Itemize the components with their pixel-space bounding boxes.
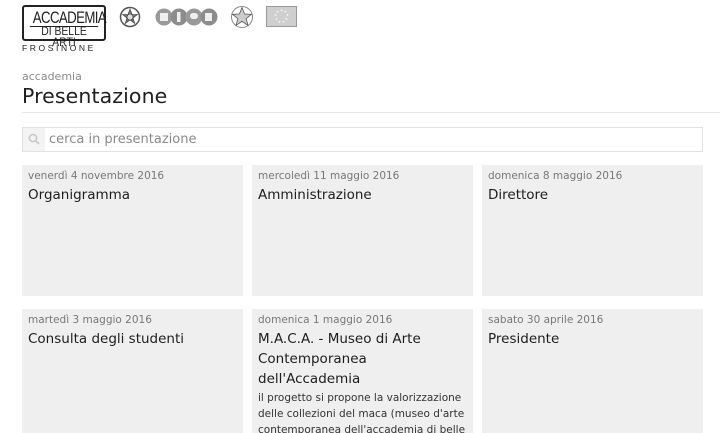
miur-logo[interactable] (155, 7, 219, 27)
card-title: Organigramma (28, 187, 131, 203)
italian-republic-emblem-icon[interactable] (119, 5, 141, 29)
card-title: M.A.C.A. - Museo di Arte Contemporanea d… (258, 331, 421, 387)
title-divider (22, 112, 720, 113)
logo-line2: DI BELLE ARTI (29, 26, 99, 49)
page-title: Presentazione (22, 84, 168, 108)
eu-flag-icon[interactable] (266, 6, 297, 27)
card-title: Amministrazione (258, 187, 372, 203)
search-input[interactable] (45, 128, 702, 151)
header-logos: ACCADEMIA DI BELLE ARTI FROSINONE (22, 5, 312, 55)
academy-logo-link[interactable]: ACCADEMIA DI BELLE ARTI FROSINONE (22, 5, 108, 53)
card-amministrazione[interactable]: mercoledì 11 maggio 2016 Amministrazione (252, 165, 473, 296)
search-box (22, 127, 703, 152)
search-icon[interactable] (23, 128, 45, 151)
card-organigramma[interactable]: venerdì 4 novembre 2016 Organigramma (22, 165, 243, 296)
card-presidente[interactable]: sabato 30 aprile 2016 Presidente (482, 309, 703, 433)
card-direttore[interactable]: domenica 8 maggio 2016 Direttore (482, 165, 703, 296)
card-title: Consulta degli studenti (28, 331, 185, 347)
card-date: sabato 30 aprile 2016 (488, 314, 604, 326)
card-consulta-studenti[interactable]: martedì 3 maggio 2016 Consulta degli stu… (22, 309, 243, 433)
card-date: martedì 3 maggio 2016 (28, 314, 152, 326)
card-title: Direttore (488, 187, 549, 203)
logo-city: FROSINONE (22, 43, 96, 53)
card-date: domenica 8 maggio 2016 (488, 170, 623, 182)
card-title: Presidente (488, 331, 560, 347)
card-date: domenica 1 maggio 2016 (258, 314, 393, 326)
star-emblem-icon[interactable] (230, 5, 254, 29)
breadcrumb[interactable]: accademia (22, 70, 82, 83)
academy-logo: ACCADEMIA DI BELLE ARTI (22, 5, 107, 49)
card-date: venerdì 4 novembre 2016 (28, 170, 165, 182)
card-maca[interactable]: domenica 1 maggio 2016 M.A.C.A. - Museo … (252, 309, 473, 433)
card-date: mercoledì 11 maggio 2016 (258, 170, 400, 182)
card-excerpt: il progetto si propone la valorizzazione… (258, 392, 466, 433)
logo-line1: ACCADEMIA (32, 8, 107, 27)
